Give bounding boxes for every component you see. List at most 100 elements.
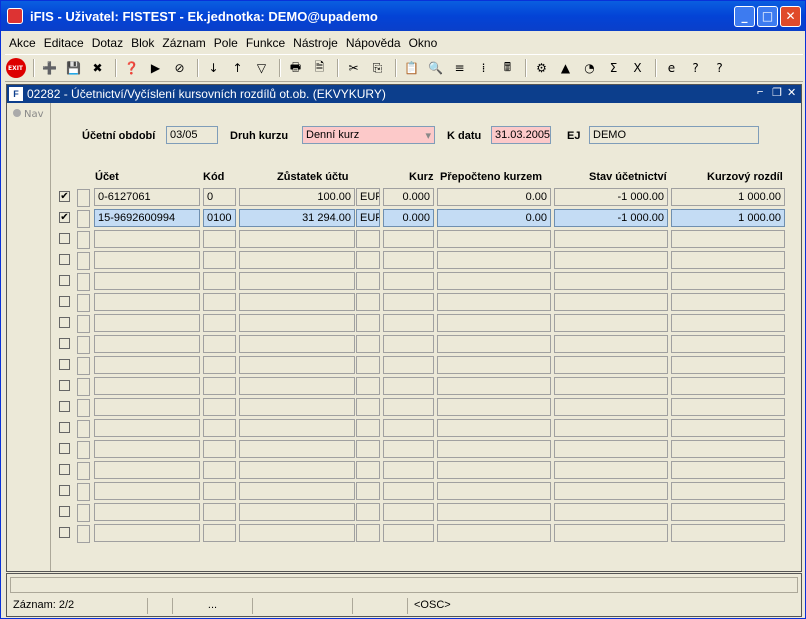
help-icon[interactable]: ?	[709, 58, 730, 79]
row-checkbox[interactable]	[59, 527, 70, 538]
cell-stav[interactable]: -1 000.00	[554, 188, 668, 206]
cell-ucet[interactable]	[94, 314, 200, 332]
cell-rozdil[interactable]: 1 000.00	[671, 188, 785, 206]
row-indicator[interactable]	[77, 273, 90, 291]
row-indicator[interactable]	[77, 525, 90, 543]
cell-ucet[interactable]	[94, 482, 200, 500]
table-row[interactable]	[7, 482, 797, 502]
row-checkbox[interactable]	[59, 464, 70, 475]
cell-kurz[interactable]	[383, 251, 434, 269]
cell-kod[interactable]	[203, 314, 236, 332]
cell-stav[interactable]	[554, 230, 668, 248]
cell-kod[interactable]	[203, 293, 236, 311]
row-checkbox[interactable]	[59, 422, 70, 433]
table-row[interactable]	[7, 419, 797, 439]
row-indicator[interactable]	[77, 315, 90, 333]
paste-icon[interactable]: 📋	[401, 58, 422, 79]
cell-prepocteno[interactable]	[437, 335, 551, 353]
cell-stav[interactable]	[554, 251, 668, 269]
cell-prepocteno[interactable]	[437, 419, 551, 437]
row-indicator[interactable]	[77, 210, 90, 228]
row-checkbox[interactable]	[59, 380, 70, 391]
ej-field[interactable]: DEMO	[589, 126, 759, 144]
cell-mena[interactable]	[356, 230, 380, 248]
cell-mena[interactable]	[356, 314, 380, 332]
table-row[interactable]	[7, 377, 797, 397]
cell-kurz[interactable]	[383, 461, 434, 479]
cell-kod[interactable]	[203, 503, 236, 521]
cell-mena[interactable]	[356, 398, 380, 416]
minimize-button[interactable]: _	[734, 6, 755, 27]
exit-button[interactable]: EXIT	[5, 58, 26, 78]
table-row[interactable]	[7, 293, 797, 313]
cell-kod[interactable]	[203, 377, 236, 395]
cell-mena[interactable]	[356, 251, 380, 269]
row-indicator[interactable]	[77, 441, 90, 459]
cell-zustatek[interactable]	[239, 503, 355, 521]
menu-item[interactable]: Funkce	[246, 36, 285, 50]
menu-item[interactable]: Dotaz	[92, 36, 123, 50]
cell-ucet[interactable]	[94, 419, 200, 437]
cell-mena[interactable]	[356, 419, 380, 437]
row-indicator[interactable]	[77, 399, 90, 417]
cell-kod[interactable]	[203, 230, 236, 248]
delete-icon[interactable]: ✖	[87, 58, 108, 79]
cell-kod[interactable]	[203, 398, 236, 416]
cell-kod[interactable]	[203, 461, 236, 479]
row-checkbox[interactable]	[59, 233, 70, 244]
form-restore-icon[interactable]: ❐	[772, 86, 782, 99]
menu-item[interactable]: Akce	[9, 36, 36, 50]
row-checkbox[interactable]: ✔	[59, 212, 70, 223]
cell-zustatek[interactable]	[239, 524, 355, 542]
cell-prepocteno[interactable]: 0.00	[437, 188, 551, 206]
cell-kurz[interactable]	[383, 377, 434, 395]
period-field[interactable]: 03/05	[166, 126, 218, 144]
cell-stav[interactable]	[554, 377, 668, 395]
list-icon[interactable]: ≡	[449, 58, 470, 79]
row-checkbox[interactable]	[59, 254, 70, 265]
filter-icon[interactable]: ▽	[251, 58, 272, 79]
table-row[interactable]	[7, 356, 797, 376]
cell-rozdil[interactable]	[671, 398, 785, 416]
cell-kod[interactable]	[203, 356, 236, 374]
query-icon[interactable]: ❓	[121, 58, 142, 79]
cell-stav[interactable]	[554, 293, 668, 311]
search-icon[interactable]: 🔍	[425, 58, 446, 79]
cell-ucet[interactable]: 0-6127061	[94, 188, 200, 206]
save-icon[interactable]: 💾	[63, 58, 84, 79]
cell-rozdil[interactable]	[671, 482, 785, 500]
execute-query-icon[interactable]: ▶	[145, 58, 166, 79]
row-indicator[interactable]	[77, 252, 90, 270]
cell-rozdil[interactable]	[671, 293, 785, 311]
cell-kod[interactable]: 0100	[203, 209, 236, 227]
clock-icon[interactable]: ◔	[579, 58, 600, 79]
cell-mena[interactable]	[356, 440, 380, 458]
cell-prepocteno[interactable]	[437, 230, 551, 248]
cell-rozdil[interactable]	[671, 419, 785, 437]
cell-ucet[interactable]	[94, 230, 200, 248]
cell-mena[interactable]	[356, 461, 380, 479]
chart-icon[interactable]: ▲	[555, 58, 576, 79]
cell-kod[interactable]	[203, 524, 236, 542]
cell-kod[interactable]	[203, 482, 236, 500]
cell-mena[interactable]	[356, 335, 380, 353]
menu-item[interactable]: Nápověda	[346, 36, 401, 50]
cell-kod[interactable]	[203, 335, 236, 353]
row-checkbox[interactable]	[59, 338, 70, 349]
cell-kod[interactable]: 0	[203, 188, 236, 206]
row-indicator[interactable]	[77, 483, 90, 501]
cancel-query-icon[interactable]: ⊘	[169, 58, 190, 79]
cell-kurz[interactable]	[383, 419, 434, 437]
cell-rozdil[interactable]	[671, 461, 785, 479]
cell-stav[interactable]	[554, 461, 668, 479]
table-row[interactable]: ✔ 15-9692600994010031 294.00EUR0.0000.00-…	[7, 209, 797, 229]
menu-item[interactable]: Pole	[214, 36, 238, 50]
cell-kurz[interactable]	[383, 314, 434, 332]
cell-zustatek[interactable]	[239, 377, 355, 395]
cell-rozdil[interactable]	[671, 377, 785, 395]
cell-kurz[interactable]	[383, 272, 434, 290]
cell-zustatek[interactable]	[239, 314, 355, 332]
cell-zustatek[interactable]	[239, 251, 355, 269]
cell-ucet[interactable]	[94, 251, 200, 269]
cell-rozdil[interactable]	[671, 230, 785, 248]
